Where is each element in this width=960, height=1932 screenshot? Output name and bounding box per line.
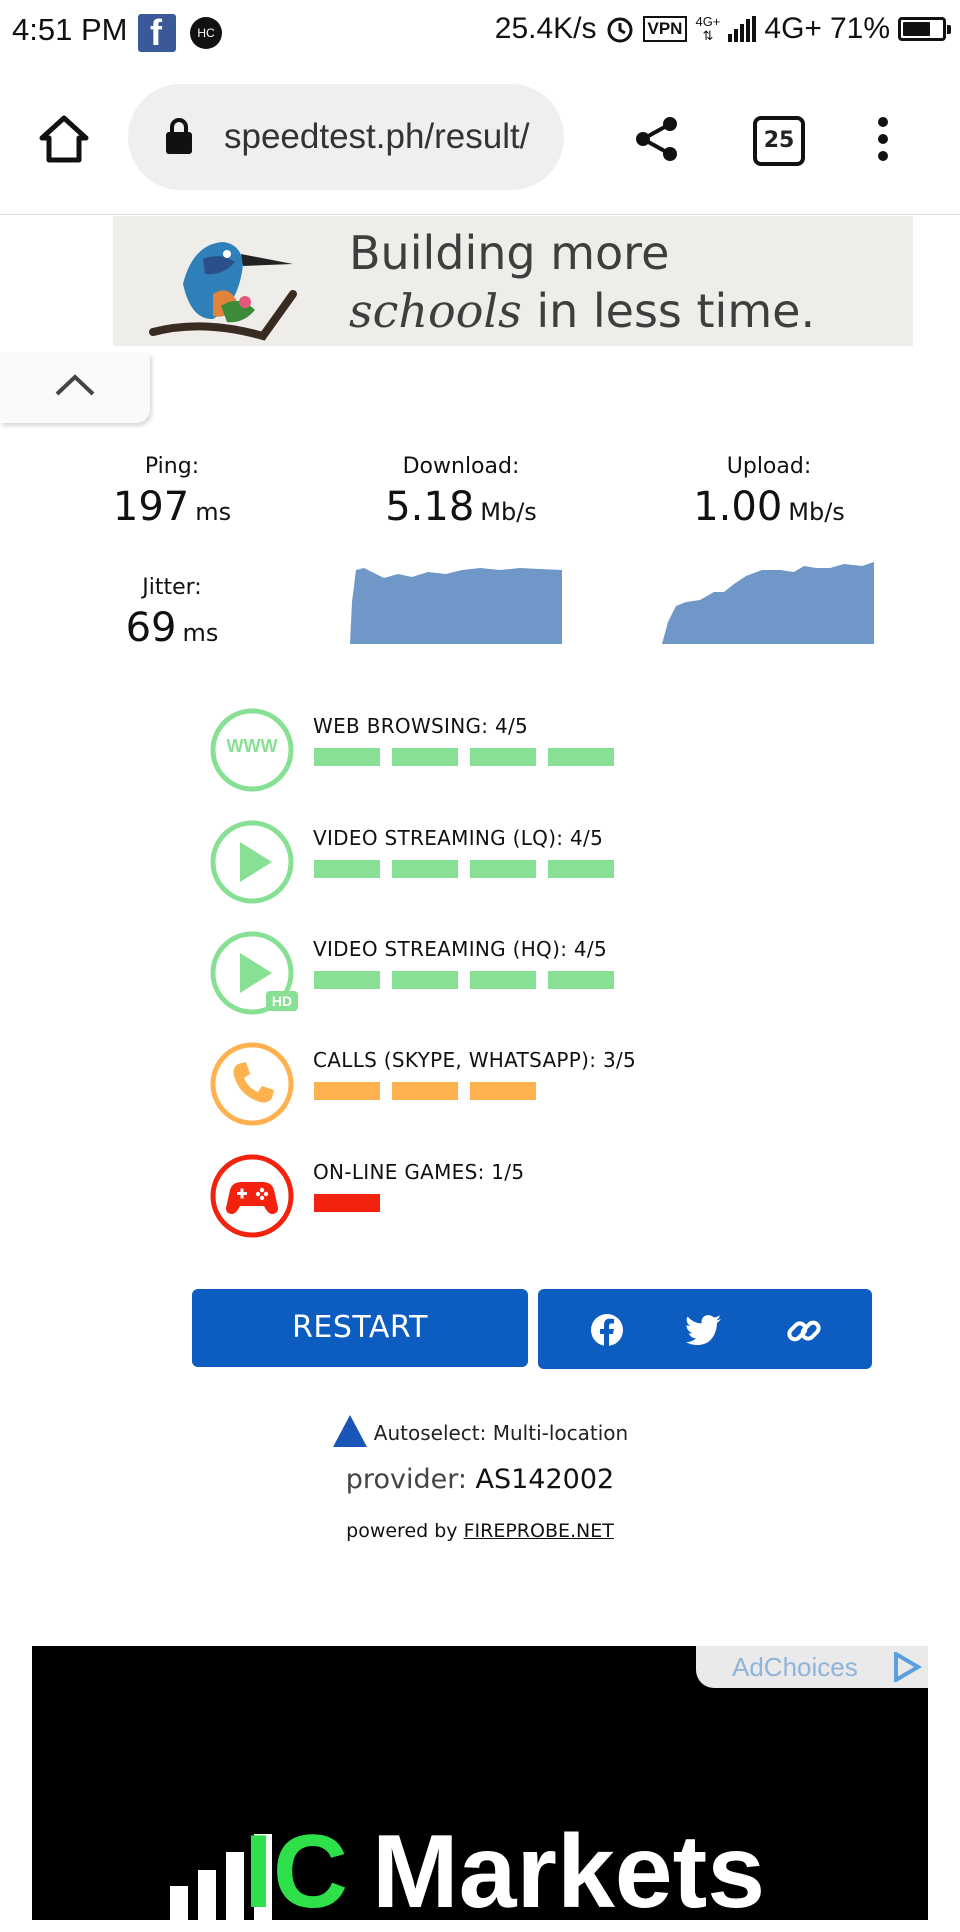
facebook-icon[interactable]	[590, 1313, 624, 1347]
phone-icon	[210, 1042, 294, 1126]
adchoices-badge[interactable]: AdChoices	[696, 1646, 928, 1688]
rating-segment	[548, 971, 614, 989]
link-icon[interactable]	[786, 1313, 822, 1349]
battery-icon	[898, 17, 951, 41]
triangle-location-icon	[332, 1415, 367, 1447]
download-speed-graph	[350, 568, 562, 644]
rating-segment	[470, 971, 536, 989]
ad-banner-text: Building more schools in less time.	[349, 226, 816, 338]
hc-notification-icon: HC	[190, 17, 222, 49]
kingfisher-illustration	[149, 242, 297, 341]
rating-bar-online-games	[314, 1194, 380, 1212]
rating-segment	[392, 971, 458, 989]
rating-segment	[314, 1194, 380, 1212]
rating-segment	[548, 748, 614, 766]
menu-icon[interactable]	[876, 116, 890, 162]
collapse-ad-button[interactable]	[0, 353, 150, 423]
bottom-ad[interactable]: AdChoices IC Markets	[32, 1646, 928, 1930]
rating-segment	[392, 748, 458, 766]
network-type: 4G+	[764, 12, 822, 45]
rating-bar-video-lq	[314, 860, 614, 878]
rating-segment	[392, 1082, 458, 1100]
facebook-notification-icon: f	[138, 12, 176, 53]
play-hd-icon: HD	[210, 931, 300, 1021]
jitter-value: 69 ms	[125, 605, 219, 651]
chevron-up-icon	[55, 374, 95, 396]
hd-badge: HD	[266, 991, 298, 1011]
server-location[interactable]: Autoselect: Multi-location	[0, 1414, 960, 1448]
download-value: 5.18 Mb/s	[385, 484, 537, 530]
rating-segment	[470, 860, 536, 878]
browser-toolbar: speedtest.ph/result/ 25	[0, 68, 960, 215]
www-text: WWW	[226, 736, 278, 756]
fireprobe-link[interactable]: FIREPROBE.NET	[464, 1520, 614, 1542]
tabs-button[interactable]: 25	[753, 116, 805, 166]
rating-bar-calls	[314, 1082, 536, 1100]
ic-markets-logo: IC Markets	[244, 1814, 766, 1930]
clock: 4:51 PM	[12, 12, 128, 47]
battery-percent: 71%	[829, 12, 890, 45]
network-speed: 25.4K/s	[494, 12, 597, 45]
signal-icon	[728, 16, 757, 42]
upload-speed-graph	[662, 562, 874, 644]
data-4g-icon: 4G+ ⇅	[695, 14, 721, 43]
rating-segment	[470, 1082, 536, 1100]
powered-by-label: powered by	[346, 1520, 458, 1542]
server-location-text: Autoselect: Multi-location	[373, 1421, 629, 1445]
share-button-group	[538, 1289, 872, 1369]
jitter-label: Jitter:	[142, 575, 202, 600]
gamepad-icon	[210, 1154, 294, 1238]
rating-segment	[314, 860, 380, 878]
powered-by-line: powered by FIREPROBE.NET	[0, 1520, 960, 1542]
ad-banner[interactable]: Building more schools in less time.	[113, 216, 913, 346]
alarm-icon	[607, 17, 632, 43]
download-label: Download:	[402, 454, 520, 479]
ping-label: Ping:	[144, 454, 200, 479]
home-icon[interactable]	[38, 114, 90, 164]
vpn-icon: VPN	[642, 16, 688, 42]
upload-value: 1.00 Mb/s	[693, 484, 845, 530]
play-icon	[210, 820, 294, 904]
restart-button[interactable]: RESTART	[192, 1289, 528, 1367]
lock-icon	[166, 118, 192, 154]
twitter-icon[interactable]	[686, 1315, 722, 1345]
rating-segment	[392, 860, 458, 878]
address-bar[interactable]: speedtest.ph/result/	[128, 84, 564, 190]
rating-video-hq: VIDEO STREAMING (HQ): 4/5	[313, 937, 607, 961]
rating-online-games: ON-LINE GAMES: 1/5	[313, 1160, 525, 1184]
provider-label: provider:	[345, 1464, 467, 1495]
status-bar: 4:51 PM f HC 25.4K/s VPN 4G+ ⇅ 4G+ 71%	[0, 0, 960, 68]
url-text: speedtest.ph/result/	[224, 117, 530, 156]
rating-web-browsing: WEB BROWSING: 4/5	[313, 714, 529, 738]
adchoices-icon	[894, 1652, 922, 1682]
rating-segment	[314, 971, 380, 989]
upload-label: Upload:	[726, 454, 812, 479]
provider-line: provider: AS142002	[0, 1464, 960, 1495]
rating-bar-web-browsing	[314, 748, 614, 766]
provider-value: AS142002	[475, 1464, 615, 1495]
rating-calls: CALLS (SKYPE, WHATSAPP): 3/5	[313, 1048, 637, 1072]
status-icons: 25.4K/s VPN 4G+ ⇅ 4G+ 71%	[494, 12, 951, 46]
rating-video-lq: VIDEO STREAMING (LQ): 4/5	[313, 826, 604, 850]
rating-segment	[314, 748, 380, 766]
share-icon[interactable]	[634, 116, 680, 162]
www-icon: WWW	[210, 708, 294, 792]
ping-value: 197 ms	[112, 484, 232, 530]
rating-segment	[548, 860, 614, 878]
rating-bar-video-hq	[314, 971, 614, 989]
rating-segment	[314, 1082, 380, 1100]
rating-segment	[470, 748, 536, 766]
